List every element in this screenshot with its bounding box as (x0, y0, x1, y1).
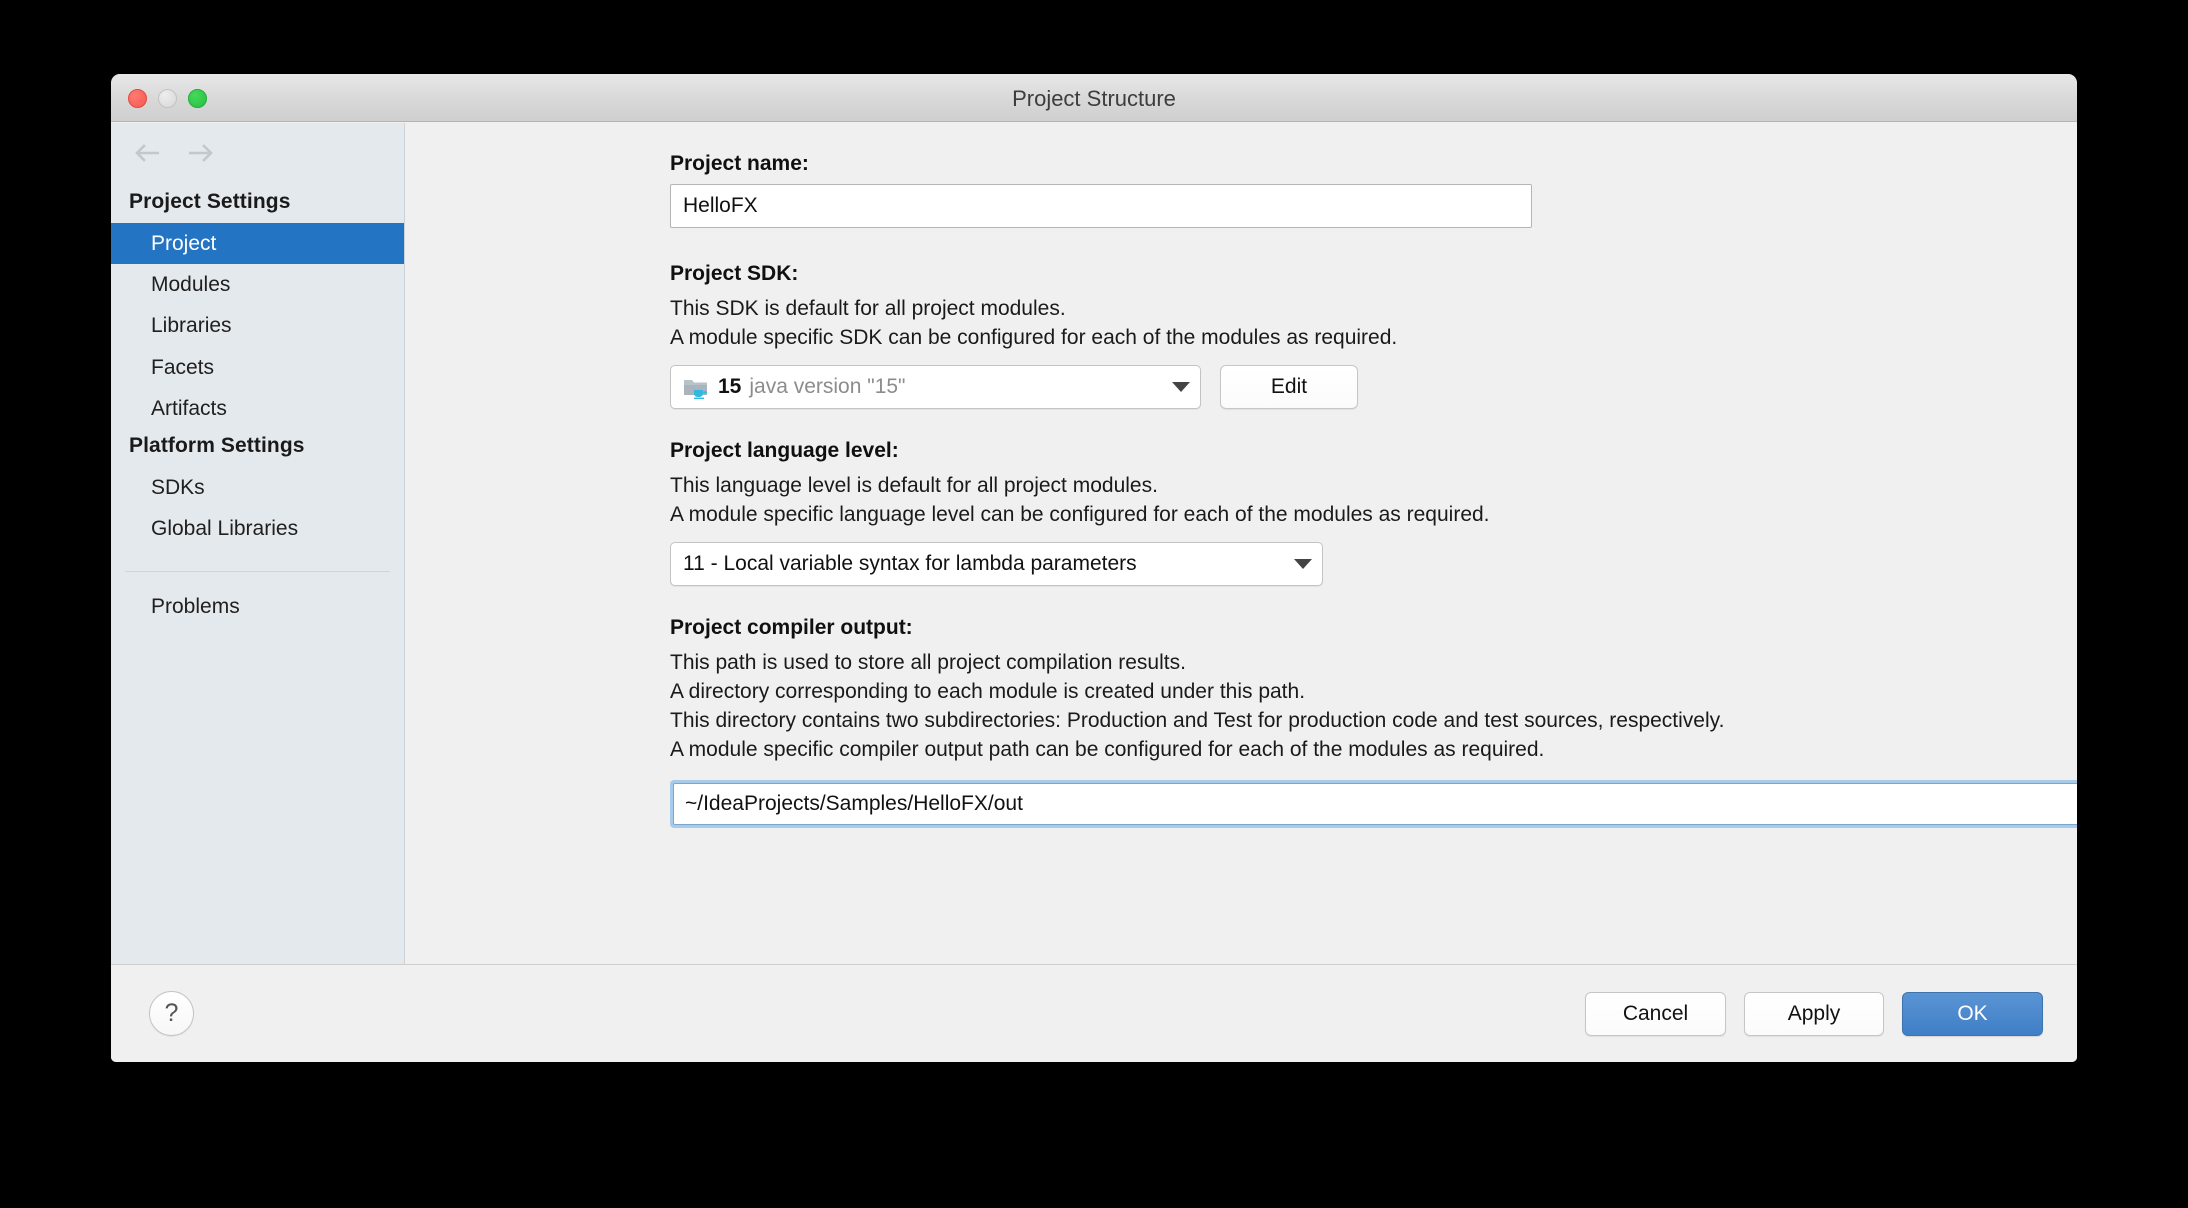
compiler-output-desc-line-1: This path is used to store all project c… (670, 651, 1186, 674)
sidebar-item-project[interactable]: Project (111, 223, 404, 265)
jdk-folder-icon (683, 377, 709, 399)
project-settings-panel: Project name: HelloFX Project SDK: This … (405, 123, 2077, 964)
sidebar-group-project-settings: Project Settings (129, 190, 291, 213)
dialog-body: Project Settings Project Modules Librari… (111, 123, 2077, 964)
project-sdk-version: java version "15" (749, 375, 906, 398)
sidebar-item-problems[interactable]: Problems (111, 572, 404, 627)
compiler-output-path-value: ~/IdeaProjects/Samples/HelloFX/out (685, 792, 1023, 815)
project-sdk-desc-line-2: A module specific SDK can be configured … (670, 326, 1398, 349)
language-level-desc-line-1: This language level is default for all p… (670, 474, 1158, 497)
arrow-right-icon[interactable] (186, 142, 214, 164)
apply-button[interactable]: Apply (1744, 991, 1884, 1036)
compiler-output-desc-line-2: A directory corresponding to each module… (670, 680, 1306, 703)
project-sdk-number: 15 (718, 375, 742, 398)
sidebar-item-facets[interactable]: Facets (111, 347, 404, 388)
sidebar-item-sdks[interactable]: SDKs (111, 467, 404, 508)
footer-button-group: Cancel Apply OK (1585, 991, 2043, 1036)
ok-button[interactable]: OK (1902, 991, 2043, 1036)
window-title: Project Structure (1012, 86, 1176, 111)
sidebar-group-platform-settings: Platform Settings (129, 433, 305, 457)
arrow-left-icon[interactable] (134, 142, 162, 164)
language-level-desc-line-2: A module specific language level can be … (670, 503, 1490, 526)
title-bar: Project Structure (111, 74, 2077, 122)
sidebar-list: Project Settings Project Modules Librari… (111, 183, 404, 628)
project-name-input[interactable]: HelloFX (670, 184, 1532, 228)
compiler-output-path-input[interactable]: ~/IdeaProjects/Samples/HelloFX/out (673, 783, 2077, 825)
sidebar-item-modules[interactable]: Modules (111, 264, 404, 305)
chevron-down-icon (1172, 382, 1190, 392)
project-structure-window: Project Structure Project Settings Proje… (111, 74, 2077, 1062)
language-level-label: Project language level: (670, 439, 899, 462)
help-button[interactable]: ? (149, 991, 194, 1036)
project-name-value: HelloFX (683, 194, 758, 217)
compiler-output-path-focus-ring: ~/IdeaProjects/Samples/HelloFX/out (670, 780, 2077, 828)
project-sdk-desc-line-1: This SDK is default for all project modu… (670, 297, 1066, 320)
sidebar-item-libraries[interactable]: Libraries (111, 305, 404, 346)
project-sdk-label: Project SDK: (670, 262, 799, 285)
language-level-dropdown[interactable]: 11 - Local variable syntax for lambda pa… (670, 542, 1323, 586)
sidebar-item-artifacts[interactable]: Artifacts (111, 388, 404, 429)
chevron-down-icon (1294, 559, 1312, 569)
dialog-footer: ? Cancel Apply OK (111, 964, 2077, 1062)
sidebar-item-global-libraries[interactable]: Global Libraries (111, 508, 404, 549)
cancel-button[interactable]: Cancel (1585, 991, 1726, 1036)
project-name-label: Project name: (670, 152, 809, 175)
project-sdk-row: 15 java version "15" Edit (670, 352, 2077, 409)
compiler-output-desc-line-3: This directory contains two subdirectori… (670, 709, 1725, 732)
compiler-output-desc-line-4: A module specific compiler output path c… (670, 738, 1545, 761)
settings-sidebar: Project Settings Project Modules Librari… (111, 123, 405, 964)
project-sdk-dropdown[interactable]: 15 java version "15" (670, 365, 1201, 409)
compiler-output-label: Project compiler output: (670, 616, 913, 639)
edit-sdk-button[interactable]: Edit (1220, 365, 1358, 409)
language-level-value: 11 - Local variable syntax for lambda pa… (683, 552, 1137, 575)
navigation-arrows (111, 123, 404, 183)
